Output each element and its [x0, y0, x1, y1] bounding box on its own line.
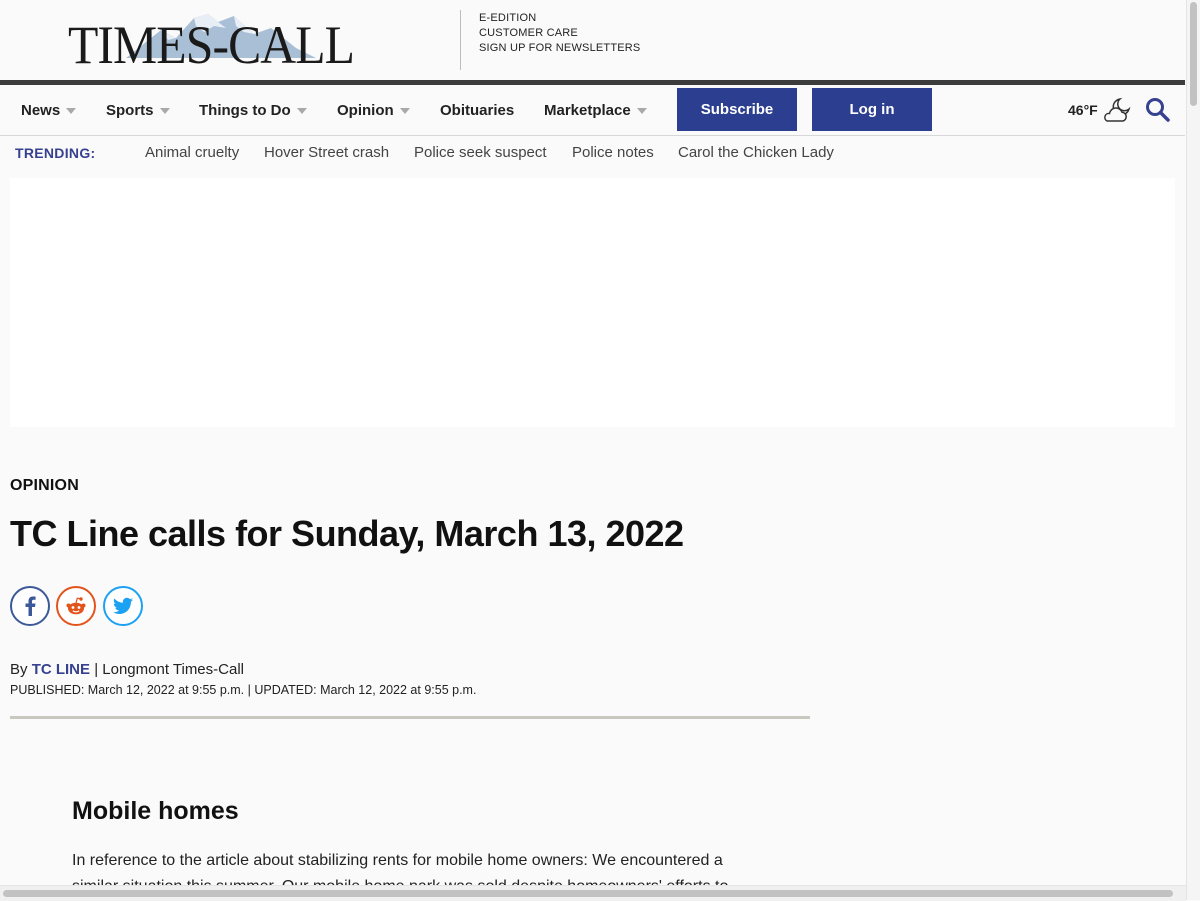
author-link[interactable]: TC LINE	[32, 661, 90, 678]
e-edition-link[interactable]: E-EDITION	[479, 11, 640, 26]
section-label[interactable]: OPINION	[10, 477, 79, 495]
share-facebook-button[interactable]	[10, 586, 50, 626]
logo-text: TIMES-CALL	[68, 15, 355, 75]
nav-item-label: Obituaries	[440, 101, 515, 119]
weather-temperature: 46°F	[1068, 102, 1098, 118]
byline-prefix: By	[10, 661, 32, 678]
twitter-icon	[113, 597, 133, 614]
nav-item-label: Things to Do	[199, 101, 291, 119]
trending-link[interactable]: Carol the Chicken Lady	[678, 144, 834, 161]
partly-cloudy-night-icon	[1103, 97, 1131, 122]
article-headline: TC Line calls for Sunday, March 13, 2022	[10, 513, 684, 554]
nav-item-label: Opinion	[337, 101, 394, 119]
nav-item-label: News	[21, 101, 61, 119]
chevron-down-icon	[296, 107, 307, 114]
horizontal-scrollbar[interactable]	[0, 885, 1186, 901]
article-divider	[10, 716, 810, 719]
horizontal-scrollbar-thumb[interactable]	[3, 890, 1173, 897]
main-nav: News Sports Things to Do Opinion Obituar…	[0, 85, 1185, 136]
login-button[interactable]: Log in	[812, 88, 932, 131]
weather-widget[interactable]: 46°F	[1068, 85, 1131, 135]
byline-separator: |	[90, 661, 103, 678]
facebook-icon	[25, 596, 36, 616]
nav-item-opinion[interactable]: Opinion	[337, 85, 410, 135]
trending-bar: TRENDING: Animal cruelty Hover Street cr…	[0, 136, 1185, 170]
nav-item-label: Sports	[106, 101, 154, 119]
nav-item-things-to-do[interactable]: Things to Do	[199, 85, 307, 135]
subscribe-button[interactable]: Subscribe	[677, 88, 797, 131]
publication-name: Longmont Times-Call	[102, 661, 244, 678]
customer-care-link[interactable]: CUSTOMER CARE	[479, 26, 640, 41]
reddit-icon	[66, 597, 86, 615]
nav-item-obituaries[interactable]: Obituaries	[440, 85, 514, 135]
share-twitter-button[interactable]	[103, 586, 143, 626]
chevron-down-icon	[399, 107, 410, 114]
nav-item-sports[interactable]: Sports	[106, 85, 170, 135]
chevron-down-icon	[66, 107, 77, 114]
trending-link[interactable]: Police seek suspect	[414, 144, 547, 161]
nav-item-news[interactable]: News	[21, 85, 77, 135]
dateline: PUBLISHED: March 12, 2022 at 9:55 p.m. |…	[10, 683, 477, 697]
trending-link[interactable]: Animal cruelty	[145, 144, 239, 161]
share-reddit-button[interactable]	[56, 586, 96, 626]
trending-link[interactable]: Police notes	[572, 144, 654, 161]
newsletter-signup-link[interactable]: SIGN UP FOR NEWSLETTERS	[479, 41, 640, 56]
masthead-divider	[460, 10, 461, 70]
article-subhead: Mobile homes	[72, 797, 239, 825]
trending-label: TRENDING:	[15, 145, 96, 161]
chevron-down-icon	[636, 107, 647, 114]
vertical-scrollbar[interactable]	[1186, 0, 1200, 900]
vertical-scrollbar-thumb[interactable]	[1190, 2, 1197, 106]
byline: By TC LINE | Longmont Times-Call	[10, 661, 244, 678]
nav-item-marketplace[interactable]: Marketplace	[544, 85, 647, 135]
masthead-links: E-EDITION CUSTOMER CARE SIGN UP FOR NEWS…	[479, 11, 640, 56]
ad-placeholder	[10, 178, 1175, 427]
nav-item-label: Marketplace	[544, 101, 631, 119]
times-call-logo[interactable]: TIMES-CALL	[66, 8, 396, 72]
search-icon[interactable]	[1145, 97, 1171, 123]
chevron-down-icon	[159, 107, 170, 114]
masthead: TIMES-CALL E-EDITION CUSTOMER CARE SIGN …	[0, 0, 1185, 80]
trending-link[interactable]: Hover Street crash	[264, 144, 389, 161]
